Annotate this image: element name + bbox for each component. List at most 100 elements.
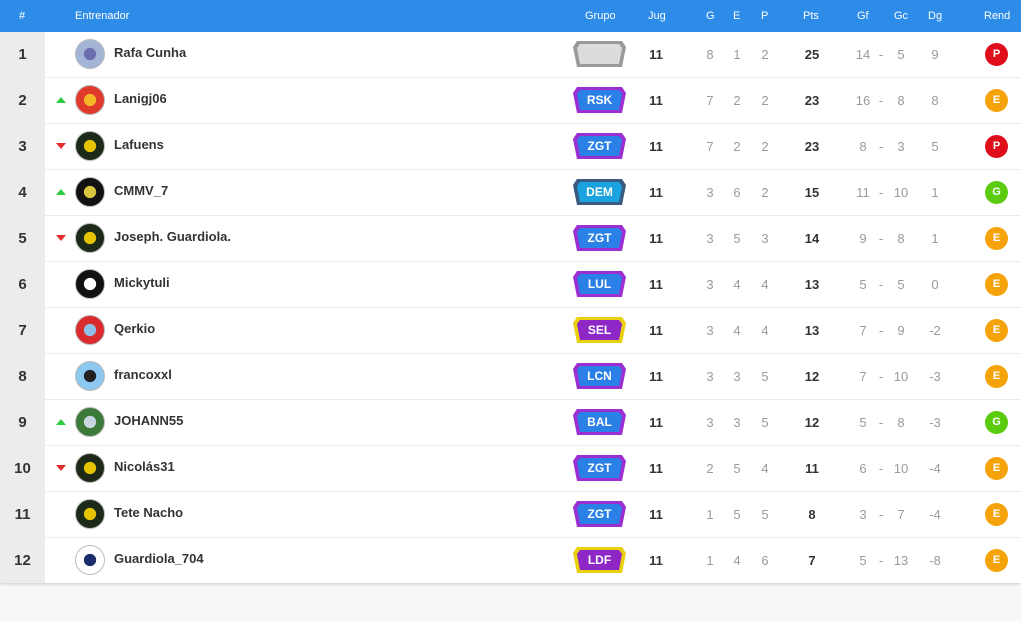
table-row[interactable]: 6 Mickytuli LUL 11 3 4 4 13 5-5 0 E bbox=[0, 261, 1021, 307]
gd-value: 5 bbox=[931, 139, 939, 154]
group-badge[interactable]: LUL bbox=[572, 269, 627, 299]
table-row[interactable]: 11 Tete Nacho ZGT 11 1 5 5 8 3-7 -4 E bbox=[0, 491, 1021, 537]
gd-value: 0 bbox=[931, 277, 939, 292]
coach-name[interactable]: Mickytuli bbox=[114, 262, 170, 304]
played-value: 11 bbox=[649, 461, 663, 476]
gf-value: 11 bbox=[856, 185, 870, 200]
gf-value: 6 bbox=[859, 461, 867, 476]
group-badge[interactable]: ZGT bbox=[572, 453, 627, 483]
form-badge: G bbox=[985, 411, 1008, 434]
goal-separator: - bbox=[878, 185, 884, 200]
header-drawn[interactable]: E bbox=[733, 0, 740, 32]
header-gf[interactable]: Gf bbox=[857, 0, 869, 32]
header-points[interactable]: Pts bbox=[803, 0, 819, 32]
gd-value: 1 bbox=[931, 231, 939, 246]
won-value: 7 bbox=[706, 93, 714, 108]
points-value: 8 bbox=[808, 507, 816, 522]
form-badge: P bbox=[985, 135, 1008, 158]
avatar[interactable] bbox=[75, 407, 105, 437]
drawn-value: 3 bbox=[733, 415, 741, 430]
group-badge[interactable]: LDF bbox=[572, 545, 627, 575]
won-value: 8 bbox=[706, 47, 714, 62]
won-value: 3 bbox=[706, 277, 714, 292]
group-badge-shape bbox=[573, 41, 626, 67]
avatar[interactable] bbox=[75, 453, 105, 483]
avatar[interactable] bbox=[75, 39, 105, 69]
drawn-value: 3 bbox=[733, 369, 741, 384]
group-badge[interactable]: LCN bbox=[572, 361, 627, 391]
avatar[interactable] bbox=[75, 269, 105, 299]
lost-value: 5 bbox=[761, 369, 769, 384]
gd-value: -8 bbox=[929, 553, 941, 568]
coach-name[interactable]: francoxxl bbox=[114, 354, 172, 396]
header-group[interactable]: Grupo bbox=[585, 0, 616, 32]
header-gd[interactable]: Dg bbox=[928, 0, 942, 32]
drawn-value: 2 bbox=[733, 93, 741, 108]
coach-name[interactable]: Joseph. Guardiola. bbox=[114, 216, 231, 258]
coach-name[interactable]: CMMV_7 bbox=[114, 170, 168, 212]
gf-value: 5 bbox=[859, 415, 867, 430]
header-coach[interactable]: Entrenador bbox=[75, 0, 129, 32]
coach-name[interactable]: Lafuens bbox=[114, 124, 164, 166]
table-row[interactable]: 7 Qerkio SEL 11 3 4 4 13 7-9 -2 E bbox=[0, 307, 1021, 353]
coach-name[interactable]: JOHANN55 bbox=[114, 400, 183, 442]
group-badge-label: DEM bbox=[586, 185, 613, 199]
coach-name[interactable]: Qerkio bbox=[114, 308, 155, 350]
drawn-value: 5 bbox=[733, 461, 741, 476]
table-row[interactable]: 8 francoxxl LCN 11 3 3 5 12 7-10 -3 E bbox=[0, 353, 1021, 399]
avatar[interactable] bbox=[75, 315, 105, 345]
played-value: 11 bbox=[649, 553, 663, 568]
rank-number: 1 bbox=[0, 32, 45, 77]
coach-name[interactable]: Guardiola_704 bbox=[114, 538, 204, 580]
coach-name[interactable]: Nicolás31 bbox=[114, 446, 175, 488]
coach-name[interactable]: Tete Nacho bbox=[114, 492, 183, 534]
avatar[interactable] bbox=[75, 85, 105, 115]
group-badge[interactable] bbox=[572, 39, 627, 69]
group-badge[interactable]: ZGT bbox=[572, 499, 627, 529]
played-value: 11 bbox=[649, 415, 663, 430]
group-badge-label: RSK bbox=[586, 93, 613, 107]
table-row[interactable]: 1 Rafa Cunha 11 8 1 2 25 14-5 9 P bbox=[0, 32, 1021, 77]
avatar[interactable] bbox=[75, 177, 105, 207]
group-badge[interactable]: ZGT bbox=[572, 131, 627, 161]
group-badge[interactable]: SEL bbox=[572, 315, 627, 345]
form-badge: E bbox=[985, 549, 1008, 572]
goal-separator: - bbox=[878, 139, 884, 154]
won-value: 3 bbox=[706, 185, 714, 200]
group-badge[interactable]: RSK bbox=[572, 85, 627, 115]
table-row[interactable]: 2 Lanigj06 RSK 11 7 2 2 23 16-8 8 E bbox=[0, 77, 1021, 123]
group-badge[interactable]: BAL bbox=[572, 407, 627, 437]
header-played[interactable]: Jug bbox=[648, 0, 666, 32]
table-row[interactable]: 4 CMMV_7 DEM 11 3 6 2 15 11-10 1 G bbox=[0, 169, 1021, 215]
gd-value: 9 bbox=[931, 47, 939, 62]
header-gc[interactable]: Gc bbox=[894, 0, 908, 32]
coach-name[interactable]: Lanigj06 bbox=[114, 78, 167, 120]
table-row[interactable]: 3 Lafuens ZGT 11 7 2 2 23 8-3 5 P bbox=[0, 123, 1021, 169]
group-badge-label: ZGT bbox=[587, 507, 612, 521]
points-value: 14 bbox=[804, 231, 820, 246]
form-badge: E bbox=[985, 457, 1008, 480]
group-badge[interactable]: ZGT bbox=[572, 223, 627, 253]
avatar[interactable] bbox=[75, 499, 105, 529]
avatar[interactable] bbox=[75, 223, 105, 253]
drawn-value: 4 bbox=[733, 277, 741, 292]
header-lost[interactable]: P bbox=[761, 0, 768, 32]
group-badge-label: ZGT bbox=[587, 231, 612, 245]
table-row[interactable]: 9 JOHANN55 BAL 11 3 3 5 12 5-8 -3 G bbox=[0, 399, 1021, 445]
table-body: 1 Rafa Cunha 11 8 1 2 25 14-5 9 P 2 Lanigj06 RSK 11 7 2… bbox=[0, 32, 1021, 583]
header-won[interactable]: G bbox=[706, 0, 715, 32]
group-badge[interactable]: DEM bbox=[572, 177, 627, 207]
points-value: 11 bbox=[805, 461, 819, 476]
rank-number: 3 bbox=[0, 124, 45, 169]
avatar[interactable] bbox=[75, 131, 105, 161]
table-row[interactable]: 10 Nicolás31 ZGT 11 2 5 4 11 6-10 -4 E bbox=[0, 445, 1021, 491]
avatar[interactable] bbox=[75, 545, 105, 575]
table-row[interactable]: 5 Joseph. Guardiola. ZGT 11 3 5 3 14 9-8 1 E bbox=[0, 215, 1021, 261]
lost-value: 6 bbox=[761, 553, 769, 568]
avatar[interactable] bbox=[75, 361, 105, 391]
table-row[interactable]: 12 Guardiola_704 LDF 11 1 4 6 7 5-13 -8 E bbox=[0, 537, 1021, 583]
coach-name[interactable]: Rafa Cunha bbox=[114, 32, 186, 74]
form-badge: E bbox=[985, 273, 1008, 296]
gc-value: 7 bbox=[897, 507, 905, 522]
played-value: 11 bbox=[649, 93, 663, 108]
